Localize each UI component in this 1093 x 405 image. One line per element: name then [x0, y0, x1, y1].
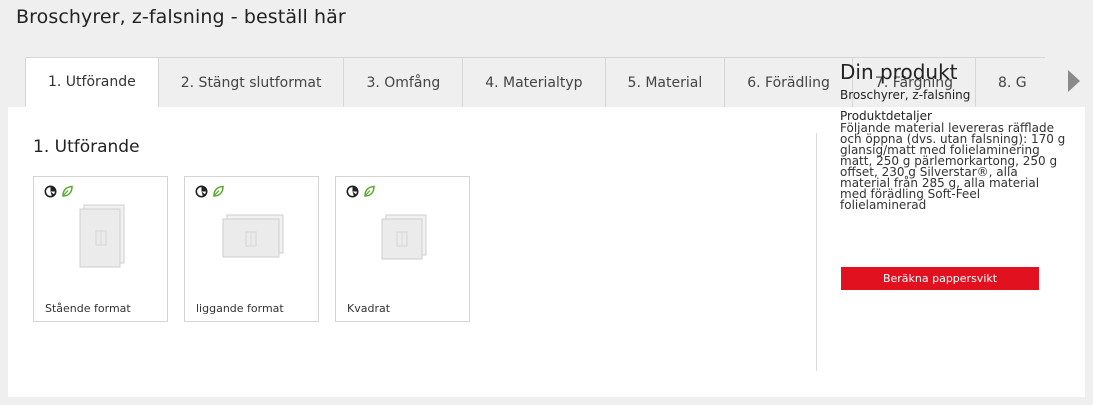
- landscape-brochure-illustration: [222, 214, 284, 258]
- calculate-paper-weight-button[interactable]: Beräkna pappersvikt: [841, 267, 1039, 290]
- tab-material[interactable]: 5. Material: [604, 57, 725, 107]
- tab-materialtyp[interactable]: 4. Materialtyp: [462, 57, 605, 107]
- page-title: Broschyrer, z-falsning - beställ här: [16, 6, 346, 28]
- tab-omfang[interactable]: 3. Omfång: [343, 57, 463, 107]
- option-label: Kvadrat: [347, 302, 391, 315]
- climate-neutral-icon: [195, 185, 208, 198]
- option-kvadrat[interactable]: Kvadrat: [335, 176, 470, 322]
- section-title: 1. Utförande: [33, 137, 140, 157]
- option-label: liggande format: [196, 302, 284, 315]
- square-brochure-illustration: [381, 214, 427, 260]
- eco-leaf-icon: [364, 185, 375, 197]
- product-summary: Din produkt Broschyrer, z-falsning Produ…: [840, 60, 1068, 211]
- climate-neutral-icon: [44, 185, 57, 198]
- product-details-text: Följande material levereras räfflade och…: [840, 121, 1066, 212]
- climate-neutral-icon: [346, 185, 359, 198]
- panel-divider: [816, 133, 817, 371]
- option-icons: [44, 185, 73, 198]
- tab-foradling[interactable]: 6. Förädling: [724, 57, 852, 107]
- option-label: Stående format: [45, 302, 131, 315]
- tabs-next-arrow-icon[interactable]: [1068, 70, 1080, 92]
- option-liggande-format[interactable]: liggande format: [184, 176, 319, 322]
- option-icons: [195, 185, 224, 198]
- tab-utforande[interactable]: 1. Utförande: [25, 57, 158, 107]
- product-heading: Din produkt: [840, 60, 958, 84]
- option-staende-format[interactable]: Stående format: [33, 176, 168, 322]
- eco-leaf-icon: [213, 185, 224, 197]
- option-icons: [346, 185, 375, 198]
- eco-leaf-icon: [62, 185, 73, 197]
- portrait-brochure-illustration: [79, 204, 125, 268]
- tab-slutformat[interactable]: 2. Stängt slutformat: [157, 57, 344, 107]
- product-name: Broschyrer, z-falsning: [840, 88, 971, 102]
